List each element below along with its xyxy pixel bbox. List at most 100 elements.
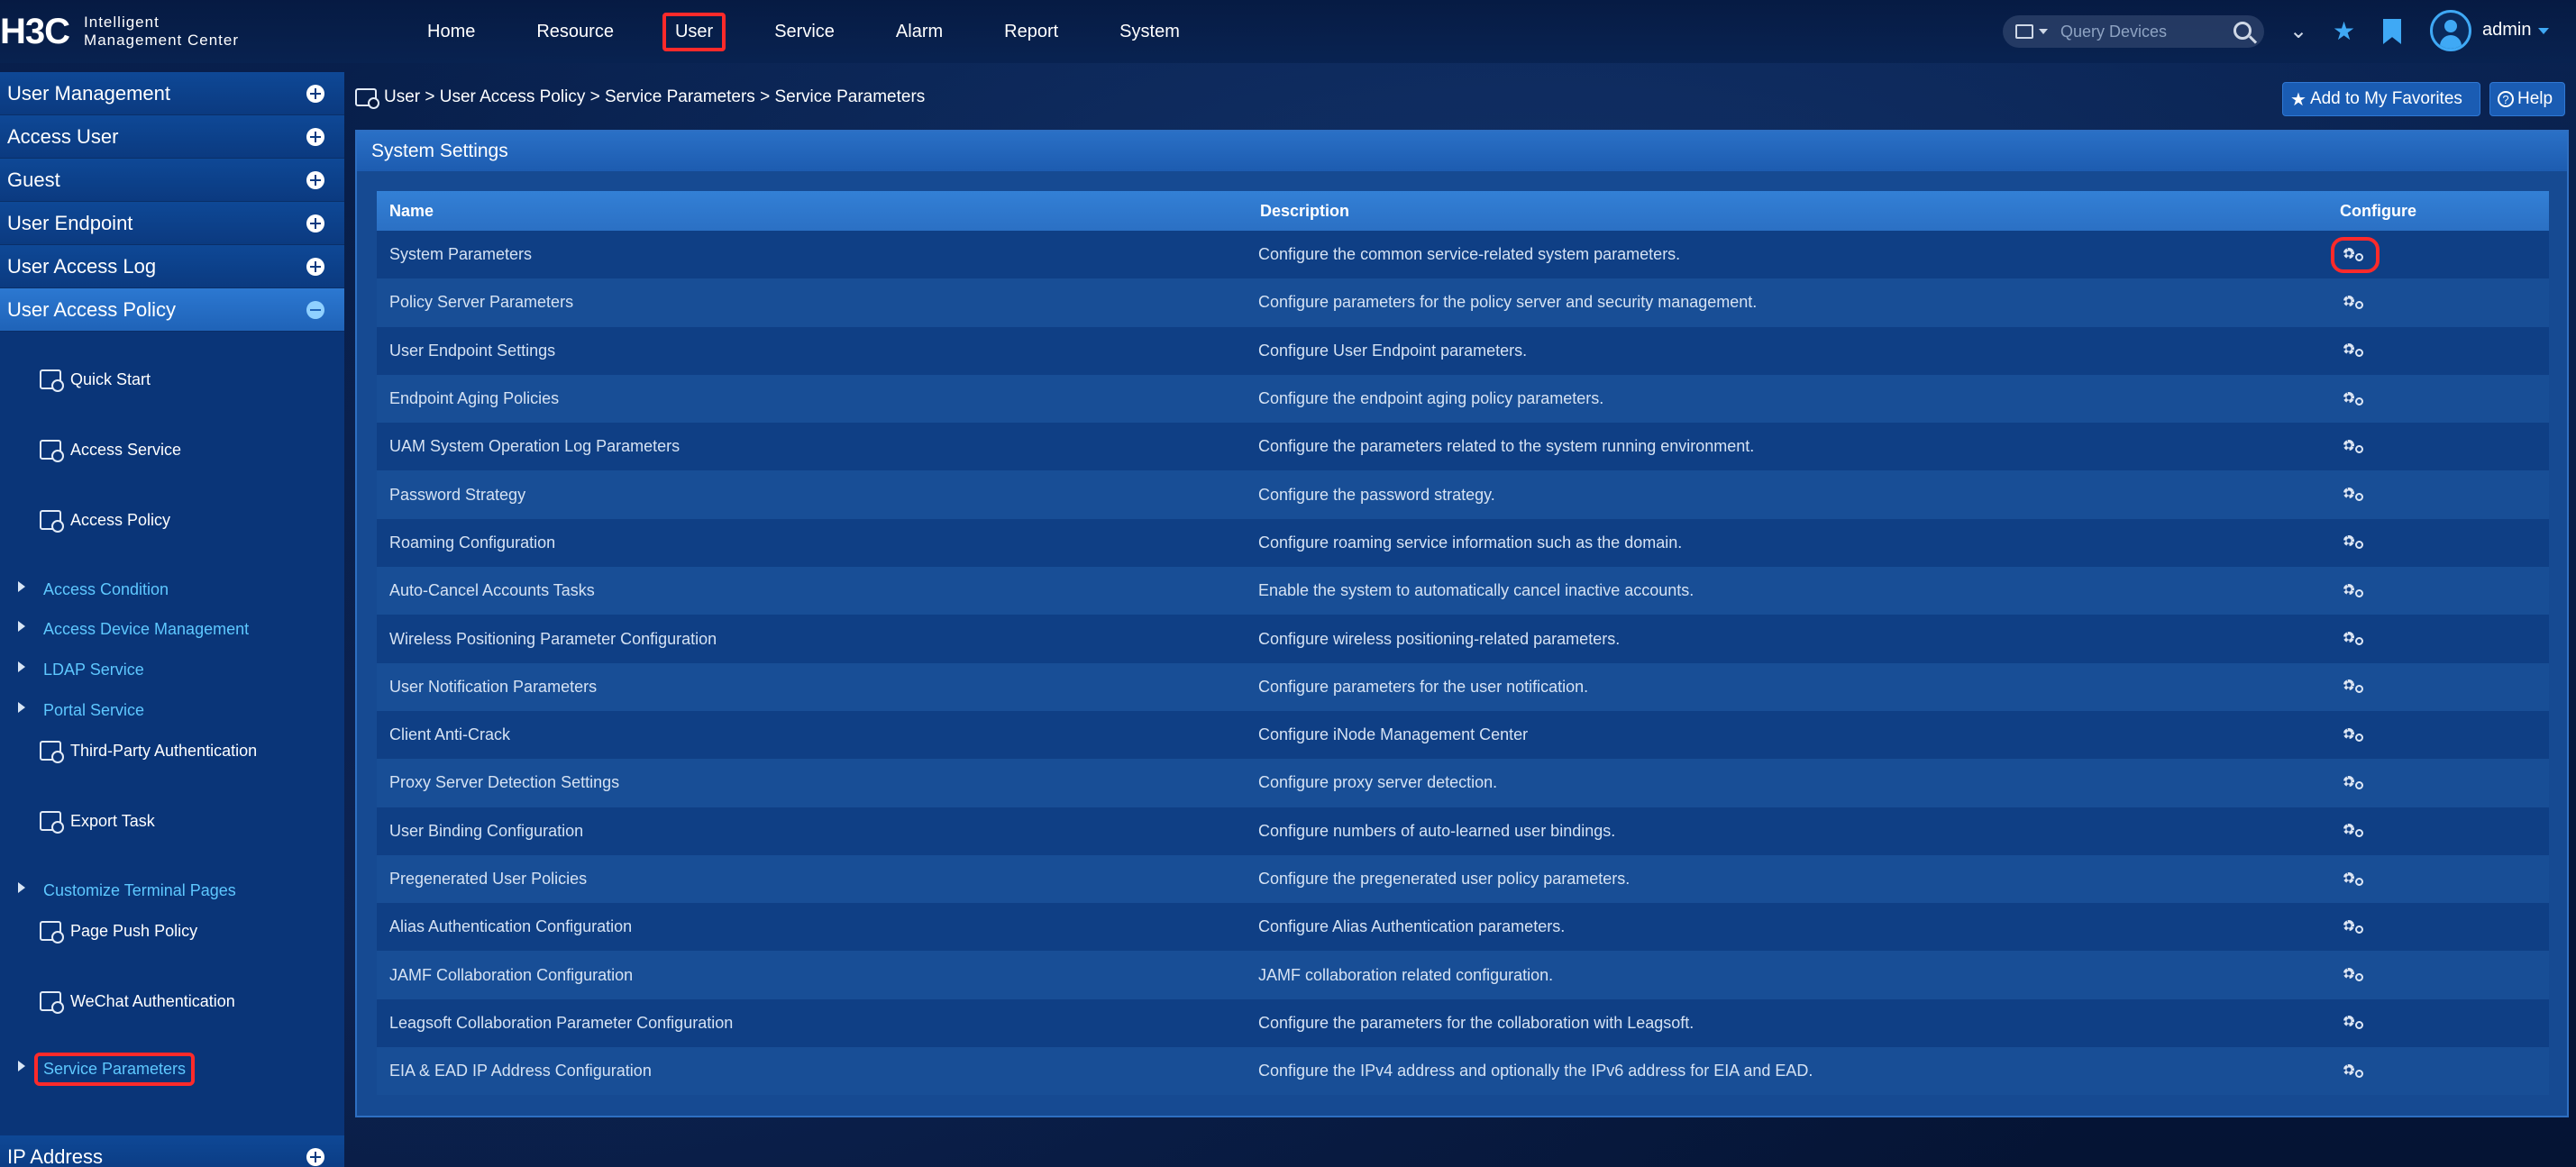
configure-gear-icon[interactable] xyxy=(2340,871,2370,889)
configure-gear-icon[interactable] xyxy=(2340,726,2370,744)
star-icon: ★ xyxy=(2290,89,2307,110)
nav-service[interactable]: Service xyxy=(762,13,847,51)
sidebar-item-wechat-authentication[interactable]: WeChat Authentication xyxy=(0,991,344,1014)
expand-plus-icon[interactable] xyxy=(306,1147,324,1166)
user-avatar-icon[interactable] xyxy=(2430,10,2471,51)
row-name: Roaming Configuration xyxy=(389,533,556,552)
sidebar-section-access-user[interactable]: Access User xyxy=(0,115,344,159)
row-description: Configure the password strategy. xyxy=(1258,485,1495,504)
sidebar-section-user-management[interactable]: User Management xyxy=(0,72,344,115)
configure-gear-icon[interactable] xyxy=(2340,582,2370,600)
table-row: Wireless Positioning Parameter Configura… xyxy=(377,615,2549,663)
expand-triangle-icon[interactable] xyxy=(18,580,25,592)
user-menu-caret-icon[interactable] xyxy=(2538,28,2549,34)
configure-gear-icon[interactable] xyxy=(2340,774,2370,792)
sidebar-item-label: Access Device Management xyxy=(43,620,250,638)
configure-gear-icon[interactable] xyxy=(2340,342,2370,360)
sidebar-group-portal-service[interactable]: Portal Service xyxy=(0,701,344,720)
table-row: Policy Server Parameters Configure param… xyxy=(377,278,2549,327)
row-name: JAMF Collaboration Configuration xyxy=(389,965,634,984)
device-type-dropdown-icon[interactable] xyxy=(2039,29,2048,34)
nav-alarm[interactable]: Alarm xyxy=(883,13,955,51)
expand-triangle-icon[interactable] xyxy=(18,620,25,632)
sidebar-section-label: User Access Policy xyxy=(7,297,177,321)
nav-home[interactable]: Home xyxy=(415,13,488,51)
configure-gear-icon[interactable] xyxy=(2340,533,2370,552)
nav-system[interactable]: System xyxy=(1107,13,1192,51)
sidebar-section-user-endpoint[interactable]: User Endpoint xyxy=(0,202,344,245)
configure-gear-icon[interactable] xyxy=(2340,1062,2370,1080)
sidebar-item-third-party-authentication[interactable]: Third-Party Authentication xyxy=(0,741,344,763)
configure-gear-icon[interactable] xyxy=(2340,486,2370,504)
row-description: Configure numbers of auto-learned user b… xyxy=(1258,821,1616,840)
sidebar-item-label: Access Policy xyxy=(70,510,171,529)
device-search-box xyxy=(2003,15,2264,48)
table-row: Leagsoft Collaboration Parameter Configu… xyxy=(377,998,2549,1048)
expand-plus-icon[interactable] xyxy=(306,257,324,276)
nav-resource[interactable]: Resource xyxy=(524,13,626,51)
sidebar-item-access-service[interactable]: Access Service xyxy=(0,440,344,462)
expand-triangle-icon[interactable] xyxy=(18,1060,25,1071)
user-name[interactable]: admin xyxy=(2482,20,2531,41)
sidebar-group-access-device-management[interactable]: Access Device Management xyxy=(0,620,344,639)
row-name: Endpoint Aging Policies xyxy=(389,389,560,408)
row-name: Pregenerated User Policies xyxy=(389,870,588,888)
collapse-minus-icon[interactable] xyxy=(306,300,324,319)
sidebar-section-ip-address[interactable]: IP Address xyxy=(0,1135,344,1167)
sidebar-section-label: User Access Log xyxy=(7,254,157,278)
expand-plus-icon[interactable] xyxy=(306,127,324,146)
configure-gear-icon[interactable] xyxy=(2340,1014,2370,1032)
add-to-favorites-label: Add to My Favorites xyxy=(2309,89,2462,108)
expand-chevrons-icon[interactable]: ⌄ xyxy=(2289,16,2307,47)
sidebar-item-export-task[interactable]: Export Task xyxy=(0,811,344,834)
logo-line-1: Intelligent xyxy=(84,14,160,31)
device-type-icon[interactable] xyxy=(2015,24,2033,39)
configure-gear-icon[interactable] xyxy=(2340,966,2370,984)
configure-gear-icon[interactable] xyxy=(2340,390,2370,408)
h3c-logo[interactable]: H3C Intelligent Management Center xyxy=(0,9,239,54)
row-configure xyxy=(2338,486,2549,504)
expand-triangle-icon[interactable] xyxy=(18,881,25,893)
configure-gear-icon[interactable] xyxy=(2340,678,2370,696)
sidebar-section-user-access-log[interactable]: User Access Log xyxy=(0,245,344,288)
row-configure xyxy=(2338,822,2549,840)
search-icon[interactable] xyxy=(2233,22,2252,40)
favorites-star-icon[interactable]: ★ xyxy=(2333,16,2355,47)
row-description: Configure the pregenerated user policy p… xyxy=(1258,870,1631,888)
row-configure xyxy=(2338,966,2549,984)
sidebar-item-quick-start[interactable]: Quick Start xyxy=(0,369,344,392)
system-settings-panel: System Settings Name Description Configu… xyxy=(355,130,2569,1117)
sidebar-section-user-access-policy[interactable]: User Access Policy xyxy=(0,288,344,332)
configure-gear-icon[interactable] xyxy=(2340,822,2370,840)
expand-triangle-icon[interactable] xyxy=(18,661,25,672)
table-body: System Parameters Configure the common s… xyxy=(377,231,2549,1096)
sidebar-group-access-condition[interactable]: Access Condition xyxy=(0,580,344,599)
configure-gear-icon[interactable] xyxy=(2340,294,2370,312)
nav-report[interactable]: Report xyxy=(991,13,1071,51)
configure-gear-icon[interactable] xyxy=(2340,438,2370,456)
row-name: UAM System Operation Log Parameters xyxy=(389,437,681,456)
sidebar-item-page-push-policy[interactable]: Page Push Policy xyxy=(0,921,344,944)
sidebar-group-service-parameters[interactable]: Service Parameters xyxy=(0,1053,344,1086)
sidebar-item-access-policy[interactable]: Access Policy xyxy=(0,510,344,533)
configure-gear-icon[interactable] xyxy=(2331,236,2380,273)
expand-triangle-icon[interactable] xyxy=(18,701,25,713)
sidebar-group-customize-terminal-pages[interactable]: Customize Terminal Pages xyxy=(0,881,344,900)
query-devices-input[interactable] xyxy=(2060,22,2241,41)
sidebar-group-ldap-service[interactable]: LDAP Service xyxy=(0,661,344,679)
export-task-icon xyxy=(40,811,64,834)
configure-gear-icon[interactable] xyxy=(2340,918,2370,936)
panel-title: System Settings xyxy=(357,132,2567,171)
row-name: Wireless Positioning Parameter Configura… xyxy=(389,629,717,648)
bookmark-icon[interactable] xyxy=(2383,19,2401,44)
row-description: Configure wireless positioning-related p… xyxy=(1258,629,1621,648)
configure-gear-icon[interactable] xyxy=(2340,630,2370,648)
access-policy-icon xyxy=(40,510,64,533)
expand-plus-icon[interactable] xyxy=(306,84,324,103)
add-to-favorites-button[interactable]: ★ Add to My Favorites xyxy=(2282,82,2480,116)
help-button[interactable]: ? Help xyxy=(2489,82,2565,116)
sidebar-section-guest[interactable]: Guest xyxy=(0,159,344,202)
nav-user[interactable]: User xyxy=(662,12,726,51)
expand-plus-icon[interactable] xyxy=(306,214,324,232)
expand-plus-icon[interactable] xyxy=(306,170,324,189)
